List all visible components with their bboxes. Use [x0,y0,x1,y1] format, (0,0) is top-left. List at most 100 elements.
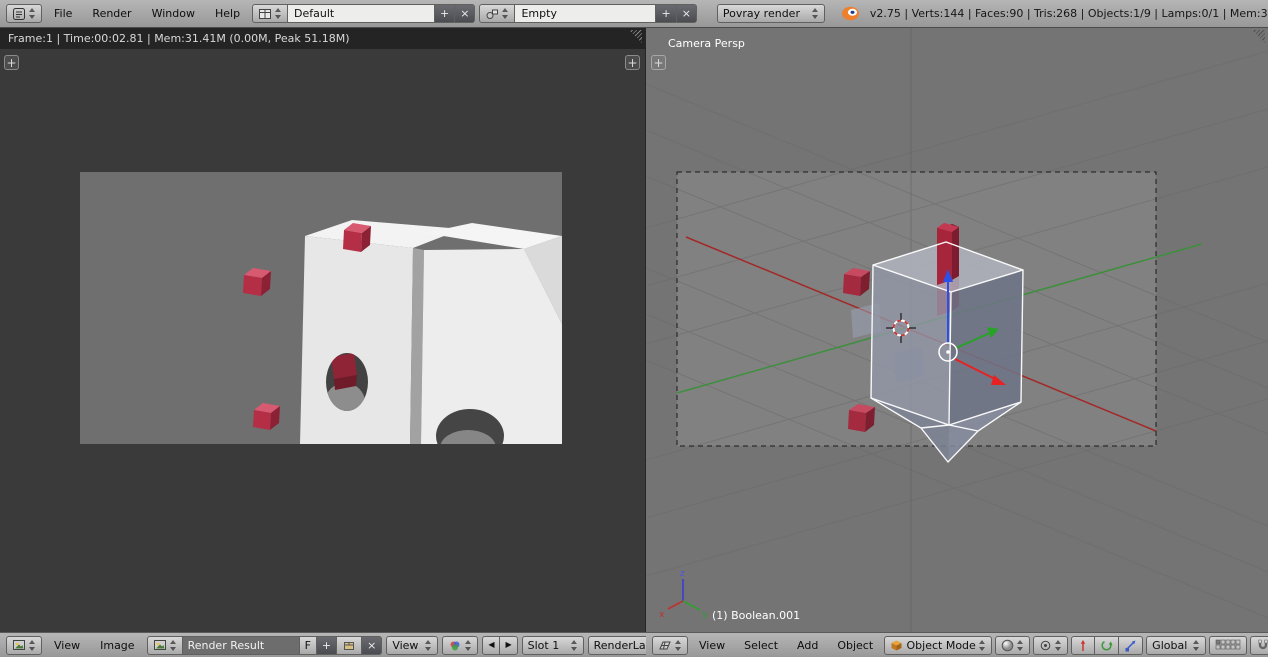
chevron-updown-icon [1193,640,1200,651]
slot-select[interactable]: Slot 1 [522,636,584,655]
translate-icon [1077,639,1089,652]
pivot-icon [1039,639,1052,652]
chevron-updown-icon [675,640,682,651]
screen-layout-name-field[interactable] [287,4,435,23]
render-layer-label: RenderLay [594,640,646,651]
menu-window[interactable]: Window [144,7,203,20]
area-expand-icon[interactable]: + [4,55,19,70]
layers-widget[interactable] [1209,636,1247,655]
chevron-updown-icon [425,640,432,651]
header-stats: v2.75 | Verts:144 | Faces:90 | Tris:268 … [870,7,1268,20]
channels-icon [448,639,462,652]
scene-add-button[interactable]: + [655,4,676,23]
orientation-select[interactable]: Global [1146,636,1206,655]
axis-y-label: y [702,610,708,620]
menu-file[interactable]: File [46,7,80,20]
image-icon [153,638,167,652]
viewport-3d-icon [658,638,672,652]
screen-layout-delete-button[interactable]: × [454,4,475,23]
image-editor-header: View Image Render Result F + × View [0,632,646,657]
editor-type-button-info[interactable] [6,4,42,23]
image-datablock-widget: Render Result F + × [147,636,383,655]
scale-icon [1124,639,1137,652]
active-object-label: (1) Boolean.001 [712,609,800,622]
image-editor-area: Frame:1 | Time:00:02.81 | Mem:31.41M (0.… [0,28,645,632]
image-editor-icon [12,638,26,652]
mode-label: Object Mode [907,640,976,651]
screen-layout-browse-button[interactable] [252,4,288,23]
view-mode-select[interactable]: View [386,636,438,655]
menu-help[interactable]: Help [207,7,248,20]
chevron-updown-icon [571,640,578,651]
screen-layout-widget: + × [252,4,475,23]
top-header: File Render Window Help + × + × Povray [0,0,1268,28]
render-info-text: Frame:1 | Time:00:02.81 | Mem:31.41M (0.… [8,32,350,45]
chevron-updown-icon [1055,640,1062,651]
orientation-label: Global [1152,640,1187,651]
menu-view[interactable]: View [46,639,88,652]
render-result-image[interactable] [80,172,562,444]
viewport-3d-area[interactable]: z y x Camera Persp (1) Boolean.001 + [646,28,1268,632]
scene-delete-button[interactable]: × [676,4,697,23]
image-browse-button[interactable] [147,636,183,655]
render-info-bar: Frame:1 | Time:00:02.81 | Mem:31.41M (0.… [0,28,645,49]
render-engine-select[interactable]: Povray render [717,4,825,23]
shading-sphere-icon [1001,639,1014,652]
layers-grid-icon [1215,639,1241,651]
slot-label: Slot 1 [528,640,560,651]
slot-nav-widget: ◀ ▶ [482,636,517,655]
pack-icon [342,638,356,652]
chevron-updown-icon [979,640,986,651]
viewport-canvas[interactable]: z y x [646,28,1268,632]
blender-logo-icon [841,6,860,21]
manipulator-rotate-button[interactable] [1094,636,1119,655]
area-expand-icon[interactable]: + [625,55,640,70]
new-image-button[interactable]: + [316,636,337,655]
unlink-image-button[interactable]: × [361,636,382,655]
menu-render[interactable]: Render [84,7,139,20]
shading-select[interactable] [995,636,1030,655]
render-slab-right [421,223,562,444]
area-expand-icon[interactable]: + [651,55,666,70]
display-channels-button[interactable] [442,636,478,655]
menu-add[interactable]: Add [789,639,826,652]
screen-layout-icon [258,7,272,21]
render-engine-label: Povray render [723,8,800,19]
fake-user-button[interactable]: F [299,636,317,655]
chevron-updown-icon [465,640,472,651]
screen-layout-add-button[interactable]: + [434,4,455,23]
scene-name-field[interactable] [514,4,656,23]
menu-object[interactable]: Object [829,639,881,652]
menu-select[interactable]: Select [736,639,786,652]
menu-image[interactable]: Image [92,639,142,652]
rotate-icon [1100,639,1113,652]
manipulator-translate-button[interactable] [1071,636,1095,655]
mode-select[interactable]: Object Mode [884,636,992,655]
chevron-updown-icon [29,8,36,19]
magnet-icon [1256,638,1268,652]
render-scene [80,172,562,444]
axis-x-label: x [659,610,665,620]
editor-type-button-3d[interactable] [652,636,688,655]
object-mode-icon [890,639,903,652]
scene-widget: + × [479,4,696,23]
scene-icon [485,7,499,21]
chevron-updown-icon [812,8,819,19]
next-slot-button[interactable]: ▶ [499,636,517,655]
prev-slot-button[interactable]: ◀ [482,636,500,655]
manipulator-widget [1071,636,1143,655]
scene-browse-button[interactable] [479,4,515,23]
chevron-updown-icon [502,8,509,19]
image-name-field[interactable]: Render Result [182,636,300,655]
menu-view[interactable]: View [691,639,733,652]
pivot-select[interactable] [1033,636,1068,655]
pack-image-button[interactable] [336,636,362,655]
manipulator-scale-button[interactable] [1118,636,1143,655]
chevron-updown-icon [275,8,282,19]
axis-z-label: z [680,569,685,579]
snap-button[interactable] [1250,636,1268,655]
render-layer-select[interactable]: RenderLay [588,636,646,655]
info-editor-icon [12,7,26,21]
editor-type-button-image[interactable] [6,636,42,655]
chevron-updown-icon [1017,640,1024,651]
